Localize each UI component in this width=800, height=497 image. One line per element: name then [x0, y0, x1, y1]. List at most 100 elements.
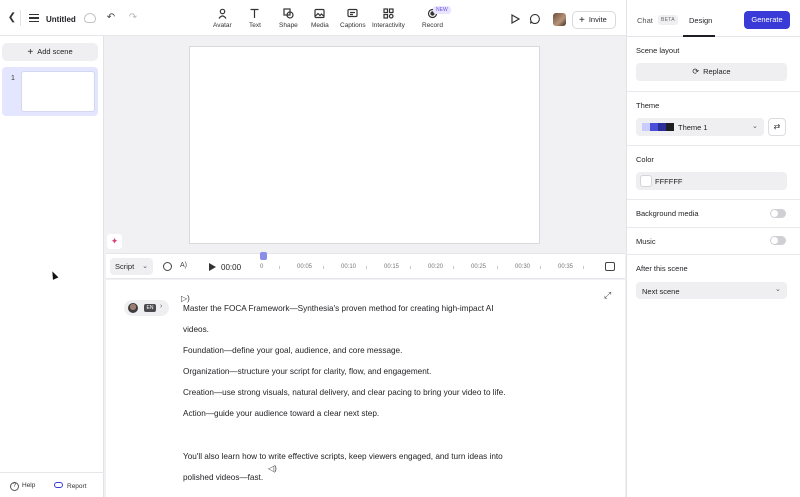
- refresh-icon: ⟳: [692, 67, 700, 76]
- voice-pause-icon[interactable]: ▷): [181, 294, 190, 303]
- tool-label: Shape: [279, 22, 298, 29]
- speaker-chip[interactable]: EN ›: [124, 300, 169, 316]
- shuffle-icon[interactable]: ⇄: [768, 118, 786, 136]
- playhead-handle[interactable]: [260, 252, 267, 260]
- plus-icon: +: [27, 47, 34, 58]
- script-line[interactable]: videos.: [183, 325, 209, 334]
- design-panel: Chat BETA Design Generate Scene layout ⟳…: [626, 0, 800, 497]
- theme-select[interactable]: Theme 1 ⌄: [636, 118, 764, 136]
- script-line[interactable]: Creation—use strong visuals, natural del…: [183, 388, 506, 397]
- tool-captions[interactable]: Captions: [340, 8, 366, 29]
- tab-chat[interactable]: Chat: [637, 16, 653, 25]
- pause-marker-icon[interactable]: ◁): [268, 464, 277, 473]
- redo-icon[interactable]: ↷: [127, 12, 139, 24]
- script-line[interactable]: Action—guide your audience toward a clea…: [183, 409, 379, 418]
- clock-icon[interactable]: [163, 262, 172, 271]
- tick-mark: [323, 266, 324, 269]
- theme-swatch: [658, 123, 666, 131]
- script-mode-label: Script: [115, 262, 135, 271]
- tick-mark: [497, 266, 498, 269]
- invite-button[interactable]: + Invite: [572, 11, 616, 29]
- menu-icon[interactable]: [28, 12, 40, 24]
- scene-item[interactable]: 1: [2, 67, 98, 116]
- undo-icon[interactable]: ↶: [105, 12, 117, 24]
- add-scene-button[interactable]: + Add scene: [2, 43, 98, 61]
- script-line[interactable]: You'll also learn how to write effective…: [183, 452, 503, 461]
- back-arrow-icon[interactable]: ❮: [6, 12, 18, 24]
- voice-icon[interactable]: A): [180, 262, 187, 269]
- timeline-layout-icon[interactable]: [605, 262, 615, 271]
- timeline-tick: 00:30: [515, 264, 531, 270]
- report-button[interactable]: Report: [54, 482, 87, 490]
- text-icon: [250, 8, 259, 18]
- timeline-play-icon[interactable]: [209, 263, 216, 271]
- color-label: Color: [636, 155, 654, 164]
- timeline-tick: 00:25: [471, 264, 487, 270]
- music-toggle[interactable]: [770, 236, 786, 245]
- tool-interactivity[interactable]: Interactivity: [372, 8, 405, 29]
- theme-swatch: [666, 123, 674, 131]
- after-scene-select[interactable]: Next scene ⌄: [636, 282, 787, 299]
- plus-icon: +: [579, 15, 585, 26]
- scene-thumbnail[interactable]: [21, 71, 95, 112]
- background-media-toggle[interactable]: [770, 209, 786, 218]
- theme-label: Theme: [636, 101, 660, 110]
- tool-shape[interactable]: Shape: [279, 8, 298, 29]
- tool-label: Media: [311, 22, 329, 29]
- scene-layout-label: Scene layout: [636, 46, 680, 55]
- tool-avatar[interactable]: Avatar: [213, 8, 232, 29]
- script-line[interactable]: Organization—structure your script for c…: [183, 367, 431, 376]
- tool-label: Text: [249, 22, 261, 29]
- help-button[interactable]: ? Help: [10, 482, 35, 491]
- chevron-down-icon: ⌄: [752, 123, 758, 130]
- generate-button[interactable]: Generate: [744, 11, 790, 29]
- add-scene-label: Add scene: [37, 47, 73, 56]
- report-label: Report: [67, 483, 87, 490]
- tool-media[interactable]: Media: [311, 8, 329, 29]
- project-title[interactable]: Untitled: [46, 15, 76, 24]
- after-scene-label: After this scene: [636, 264, 688, 273]
- user-avatar[interactable]: [553, 13, 566, 26]
- tick-mark: [279, 266, 280, 269]
- script-line[interactable]: Master the FOCA Framework—Synthesia's pr…: [183, 304, 494, 313]
- left-footer: ? Help Report: [0, 472, 104, 497]
- script-line[interactable]: Foundation—define your goal, audience, a…: [183, 346, 402, 355]
- magic-sparkle-icon[interactable]: ✦: [107, 234, 122, 249]
- divider: [627, 254, 800, 255]
- divider: [627, 227, 800, 228]
- tab-design[interactable]: Design: [689, 16, 712, 25]
- shape-icon: [283, 8, 294, 19]
- color-swatch[interactable]: [640, 175, 652, 187]
- help-icon: ?: [10, 482, 19, 491]
- expand-icon[interactable]: ⤢: [604, 290, 611, 301]
- tool-label: Captions: [340, 22, 366, 29]
- language-badge: EN: [144, 304, 156, 312]
- chevron-right-icon: ›: [160, 303, 163, 310]
- script-mode-select[interactable]: Script ⌄: [110, 258, 153, 275]
- timeline-tick: 00:05: [297, 264, 313, 270]
- timeline-tick: 00:35: [558, 264, 574, 270]
- tick-mark: [583, 266, 584, 269]
- timeline-tick: 00:10: [341, 264, 357, 270]
- play-preview-icon[interactable]: [509, 13, 521, 25]
- tick-mark: [453, 266, 454, 269]
- theme-value: Theme 1: [678, 123, 708, 132]
- new-badge: NEW: [433, 6, 451, 14]
- timeline-tick: 00:15: [384, 264, 400, 270]
- after-scene-value: Next scene: [642, 287, 680, 296]
- color-input[interactable]: FFFFFF: [636, 172, 787, 190]
- chevron-down-icon: ⌄: [142, 263, 148, 270]
- script-line[interactable]: polished videos—fast.: [183, 473, 263, 482]
- divider: [627, 145, 800, 146]
- tool-text[interactable]: Text: [249, 8, 261, 29]
- script-editor[interactable]: EN › ▷) ⤢ Master the FOCA Framework—Synt…: [106, 280, 625, 497]
- invite-label: Invite: [588, 15, 607, 24]
- scene-canvas[interactable]: [189, 46, 540, 244]
- comment-icon[interactable]: [529, 13, 541, 25]
- background-media-label: Background media: [636, 209, 699, 218]
- media-icon: [314, 8, 325, 19]
- divider: [627, 91, 800, 92]
- replace-button[interactable]: ⟳ Replace: [636, 63, 787, 81]
- theme-swatch: [650, 123, 658, 131]
- scenes-panel: + Add scene 1 ? Help Report: [0, 36, 104, 497]
